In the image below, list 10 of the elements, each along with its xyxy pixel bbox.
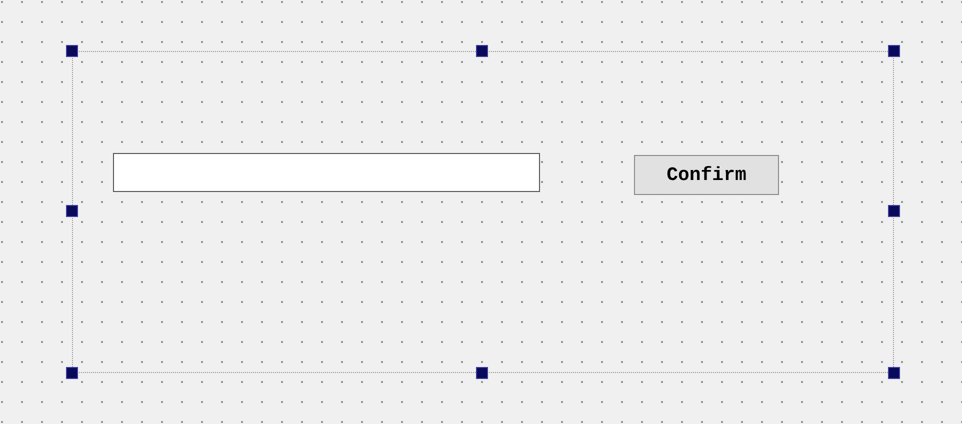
line-edit-field[interactable] [113, 153, 540, 192]
resize-handle[interactable] [66, 367, 78, 379]
resize-handle[interactable] [888, 45, 900, 57]
resize-handle[interactable] [888, 367, 900, 379]
resize-handle[interactable] [476, 45, 488, 57]
resize-handle[interactable] [66, 45, 78, 57]
resize-handle[interactable] [66, 205, 78, 217]
resize-handle[interactable] [888, 205, 900, 217]
resize-handle[interactable] [476, 367, 488, 379]
confirm-button[interactable]: Confirm [634, 155, 779, 195]
